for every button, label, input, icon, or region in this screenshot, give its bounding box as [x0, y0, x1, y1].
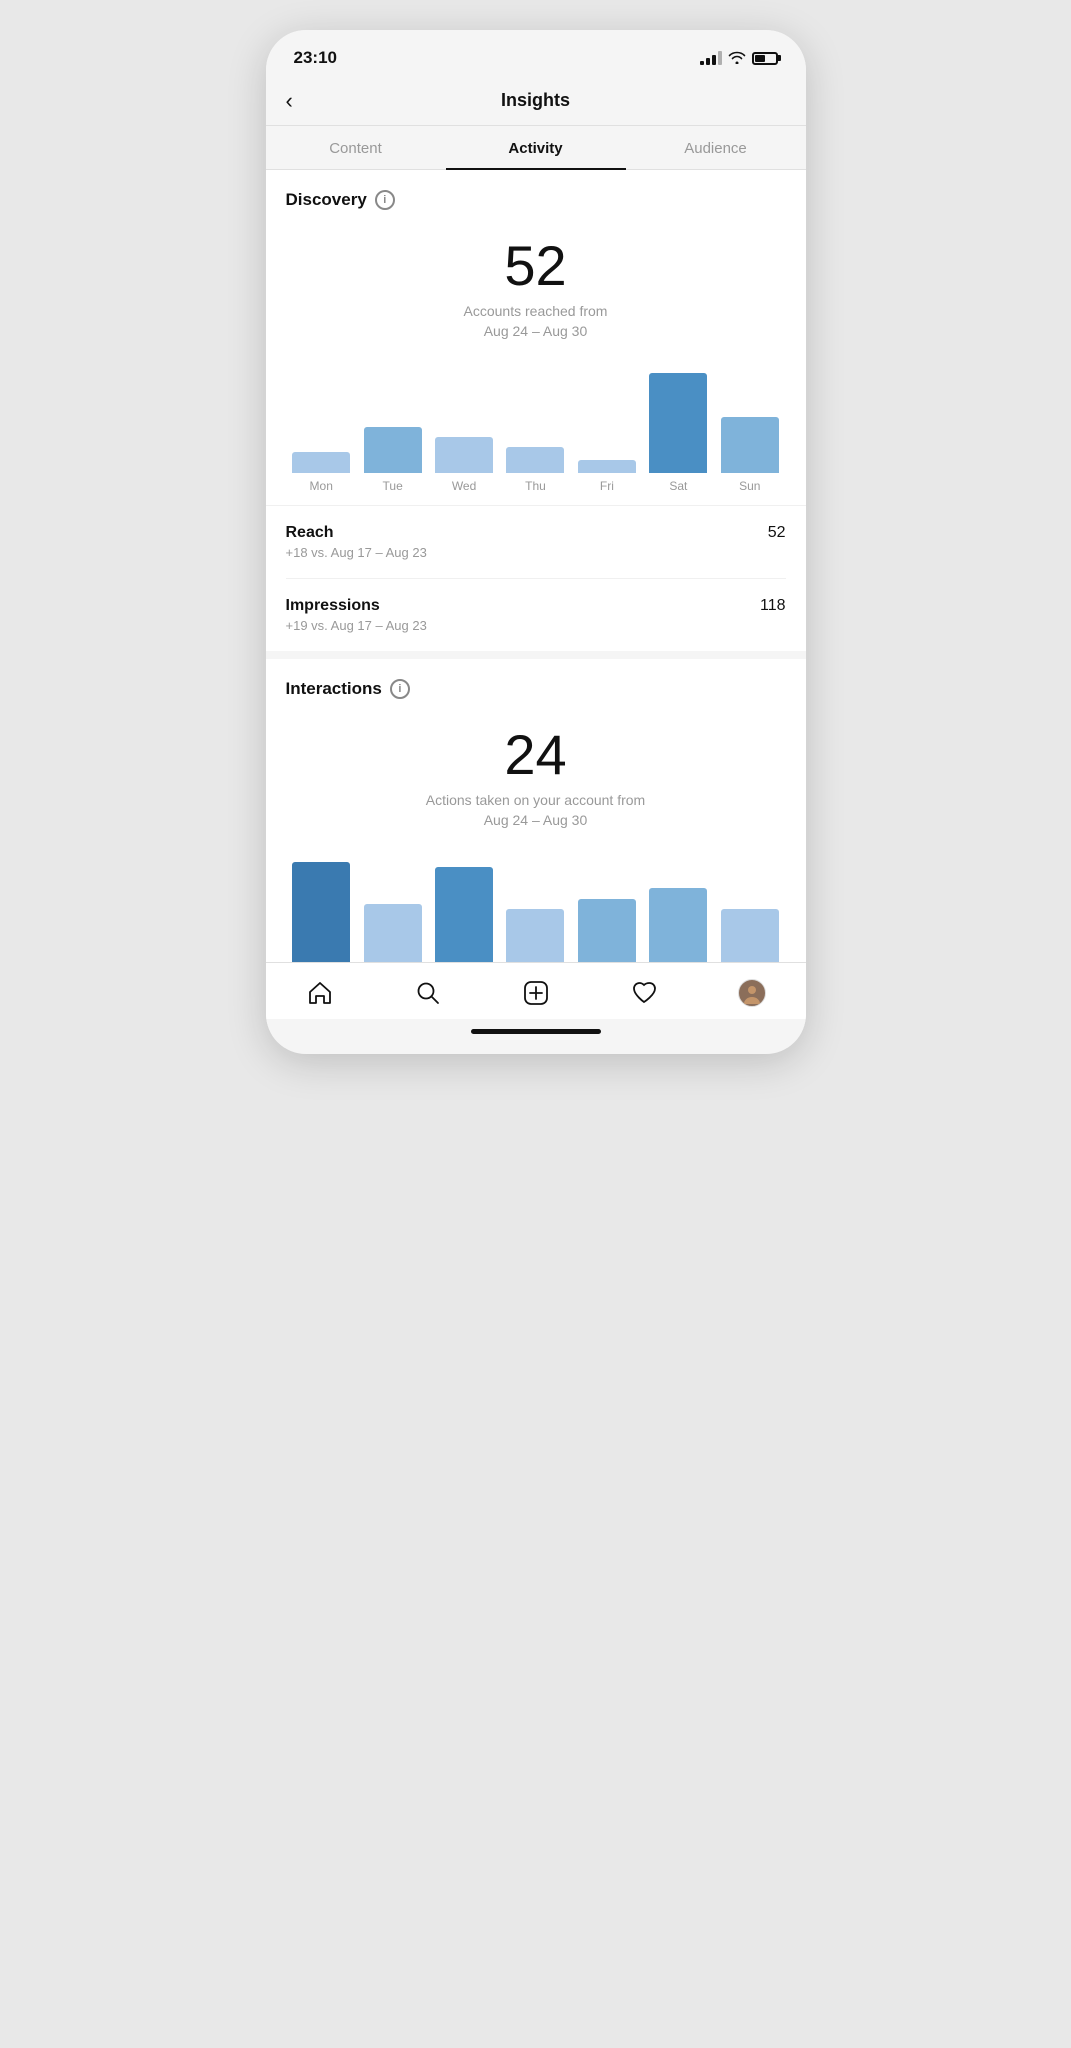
bar-mon	[286, 452, 357, 473]
label-tue: Tue	[357, 479, 428, 493]
page-header: ‹ Insights	[266, 80, 806, 126]
bar-fri	[571, 460, 642, 473]
interactions-section: Interactions i	[266, 651, 806, 699]
discovery-info-icon[interactable]: i	[375, 190, 395, 210]
impressions-sub: +19 vs. Aug 17 – Aug 23	[286, 618, 427, 633]
int-bar-wed	[428, 867, 499, 962]
discovery-chart: Mon Tue Wed Thu Fri Sat Sun	[266, 347, 806, 505]
wifi-icon	[728, 50, 746, 67]
home-indicator	[266, 1019, 806, 1048]
label-thu: Thu	[500, 479, 571, 493]
interactions-title: Interactions i	[286, 679, 786, 699]
int-bar-mon	[286, 862, 357, 962]
bar-wed	[428, 437, 499, 473]
tabs-bar: Content Activity Audience	[266, 126, 806, 170]
bottom-nav	[266, 962, 806, 1019]
interactions-chart	[266, 836, 806, 962]
reach-label: Reach	[286, 524, 427, 542]
nav-profile[interactable]	[722, 975, 782, 1011]
int-bar-sat	[643, 888, 714, 962]
interactions-count: 24	[286, 727, 786, 783]
int-bar-sun	[714, 909, 785, 962]
discovery-chart-labels: Mon Tue Wed Thu Fri Sat Sun	[282, 473, 790, 505]
reach-count: 52	[286, 238, 786, 294]
label-wed: Wed	[428, 479, 499, 493]
home-icon	[306, 979, 334, 1007]
nav-activity[interactable]	[614, 975, 674, 1011]
impressions-info: Impressions +19 vs. Aug 17 – Aug 23	[286, 597, 427, 633]
impressions-row: Impressions +19 vs. Aug 17 – Aug 23 118	[286, 579, 786, 651]
signal-icon	[700, 51, 722, 65]
status-icons	[700, 50, 778, 67]
reach-row: Reach +18 vs. Aug 17 – Aug 23 52	[286, 506, 786, 579]
home-bar	[471, 1029, 601, 1034]
reach-sub: +18 vs. Aug 17 – Aug 23	[286, 545, 427, 560]
reach-big-number: 52 Accounts reached fromAug 24 – Aug 30	[266, 214, 806, 347]
int-bar-thu	[500, 909, 571, 962]
status-bar: 23:10	[266, 30, 806, 80]
bar-thu	[500, 447, 571, 473]
int-bar-fri	[571, 899, 642, 962]
back-button[interactable]: ‹	[286, 88, 293, 114]
interactions-bars	[282, 852, 790, 962]
tab-audience[interactable]: Audience	[626, 126, 806, 169]
reach-label: Accounts reached fromAug 24 – Aug 30	[286, 302, 786, 341]
label-sat: Sat	[643, 479, 714, 493]
discovery-stats: Reach +18 vs. Aug 17 – Aug 23 52 Impress…	[266, 505, 806, 651]
profile-avatar	[738, 979, 766, 1007]
discovery-title: Discovery i	[286, 190, 786, 210]
add-icon	[522, 979, 550, 1007]
int-bar-tue	[357, 904, 428, 962]
nav-add[interactable]	[506, 975, 566, 1011]
nav-search[interactable]	[398, 975, 458, 1011]
tab-activity[interactable]: Activity	[446, 126, 626, 169]
bar-sun	[714, 417, 785, 473]
status-time: 23:10	[294, 48, 337, 68]
heart-icon	[630, 979, 658, 1007]
impressions-value: 118	[760, 597, 786, 615]
tab-content[interactable]: Content	[266, 126, 446, 169]
main-content: Discovery i 52 Accounts reached fromAug …	[266, 170, 806, 962]
search-icon	[414, 979, 442, 1007]
nav-home[interactable]	[290, 975, 350, 1011]
battery-icon	[752, 52, 778, 65]
label-sun: Sun	[714, 479, 785, 493]
reach-info: Reach +18 vs. Aug 17 – Aug 23	[286, 524, 427, 560]
discovery-section: Discovery i	[266, 170, 806, 210]
interactions-info-icon[interactable]: i	[390, 679, 410, 699]
label-fri: Fri	[571, 479, 642, 493]
discovery-bars	[282, 363, 790, 473]
bar-tue	[357, 427, 428, 473]
reach-value: 52	[768, 524, 786, 542]
page-title: Insights	[501, 90, 570, 111]
interactions-big-number: 24 Actions taken on your account fromAug…	[266, 703, 806, 836]
label-mon: Mon	[286, 479, 357, 493]
interactions-label: Actions taken on your account fromAug 24…	[286, 791, 786, 830]
bar-sat	[643, 373, 714, 473]
impressions-label: Impressions	[286, 597, 427, 615]
phone-frame: 23:10 ‹ Insights	[266, 30, 806, 1054]
